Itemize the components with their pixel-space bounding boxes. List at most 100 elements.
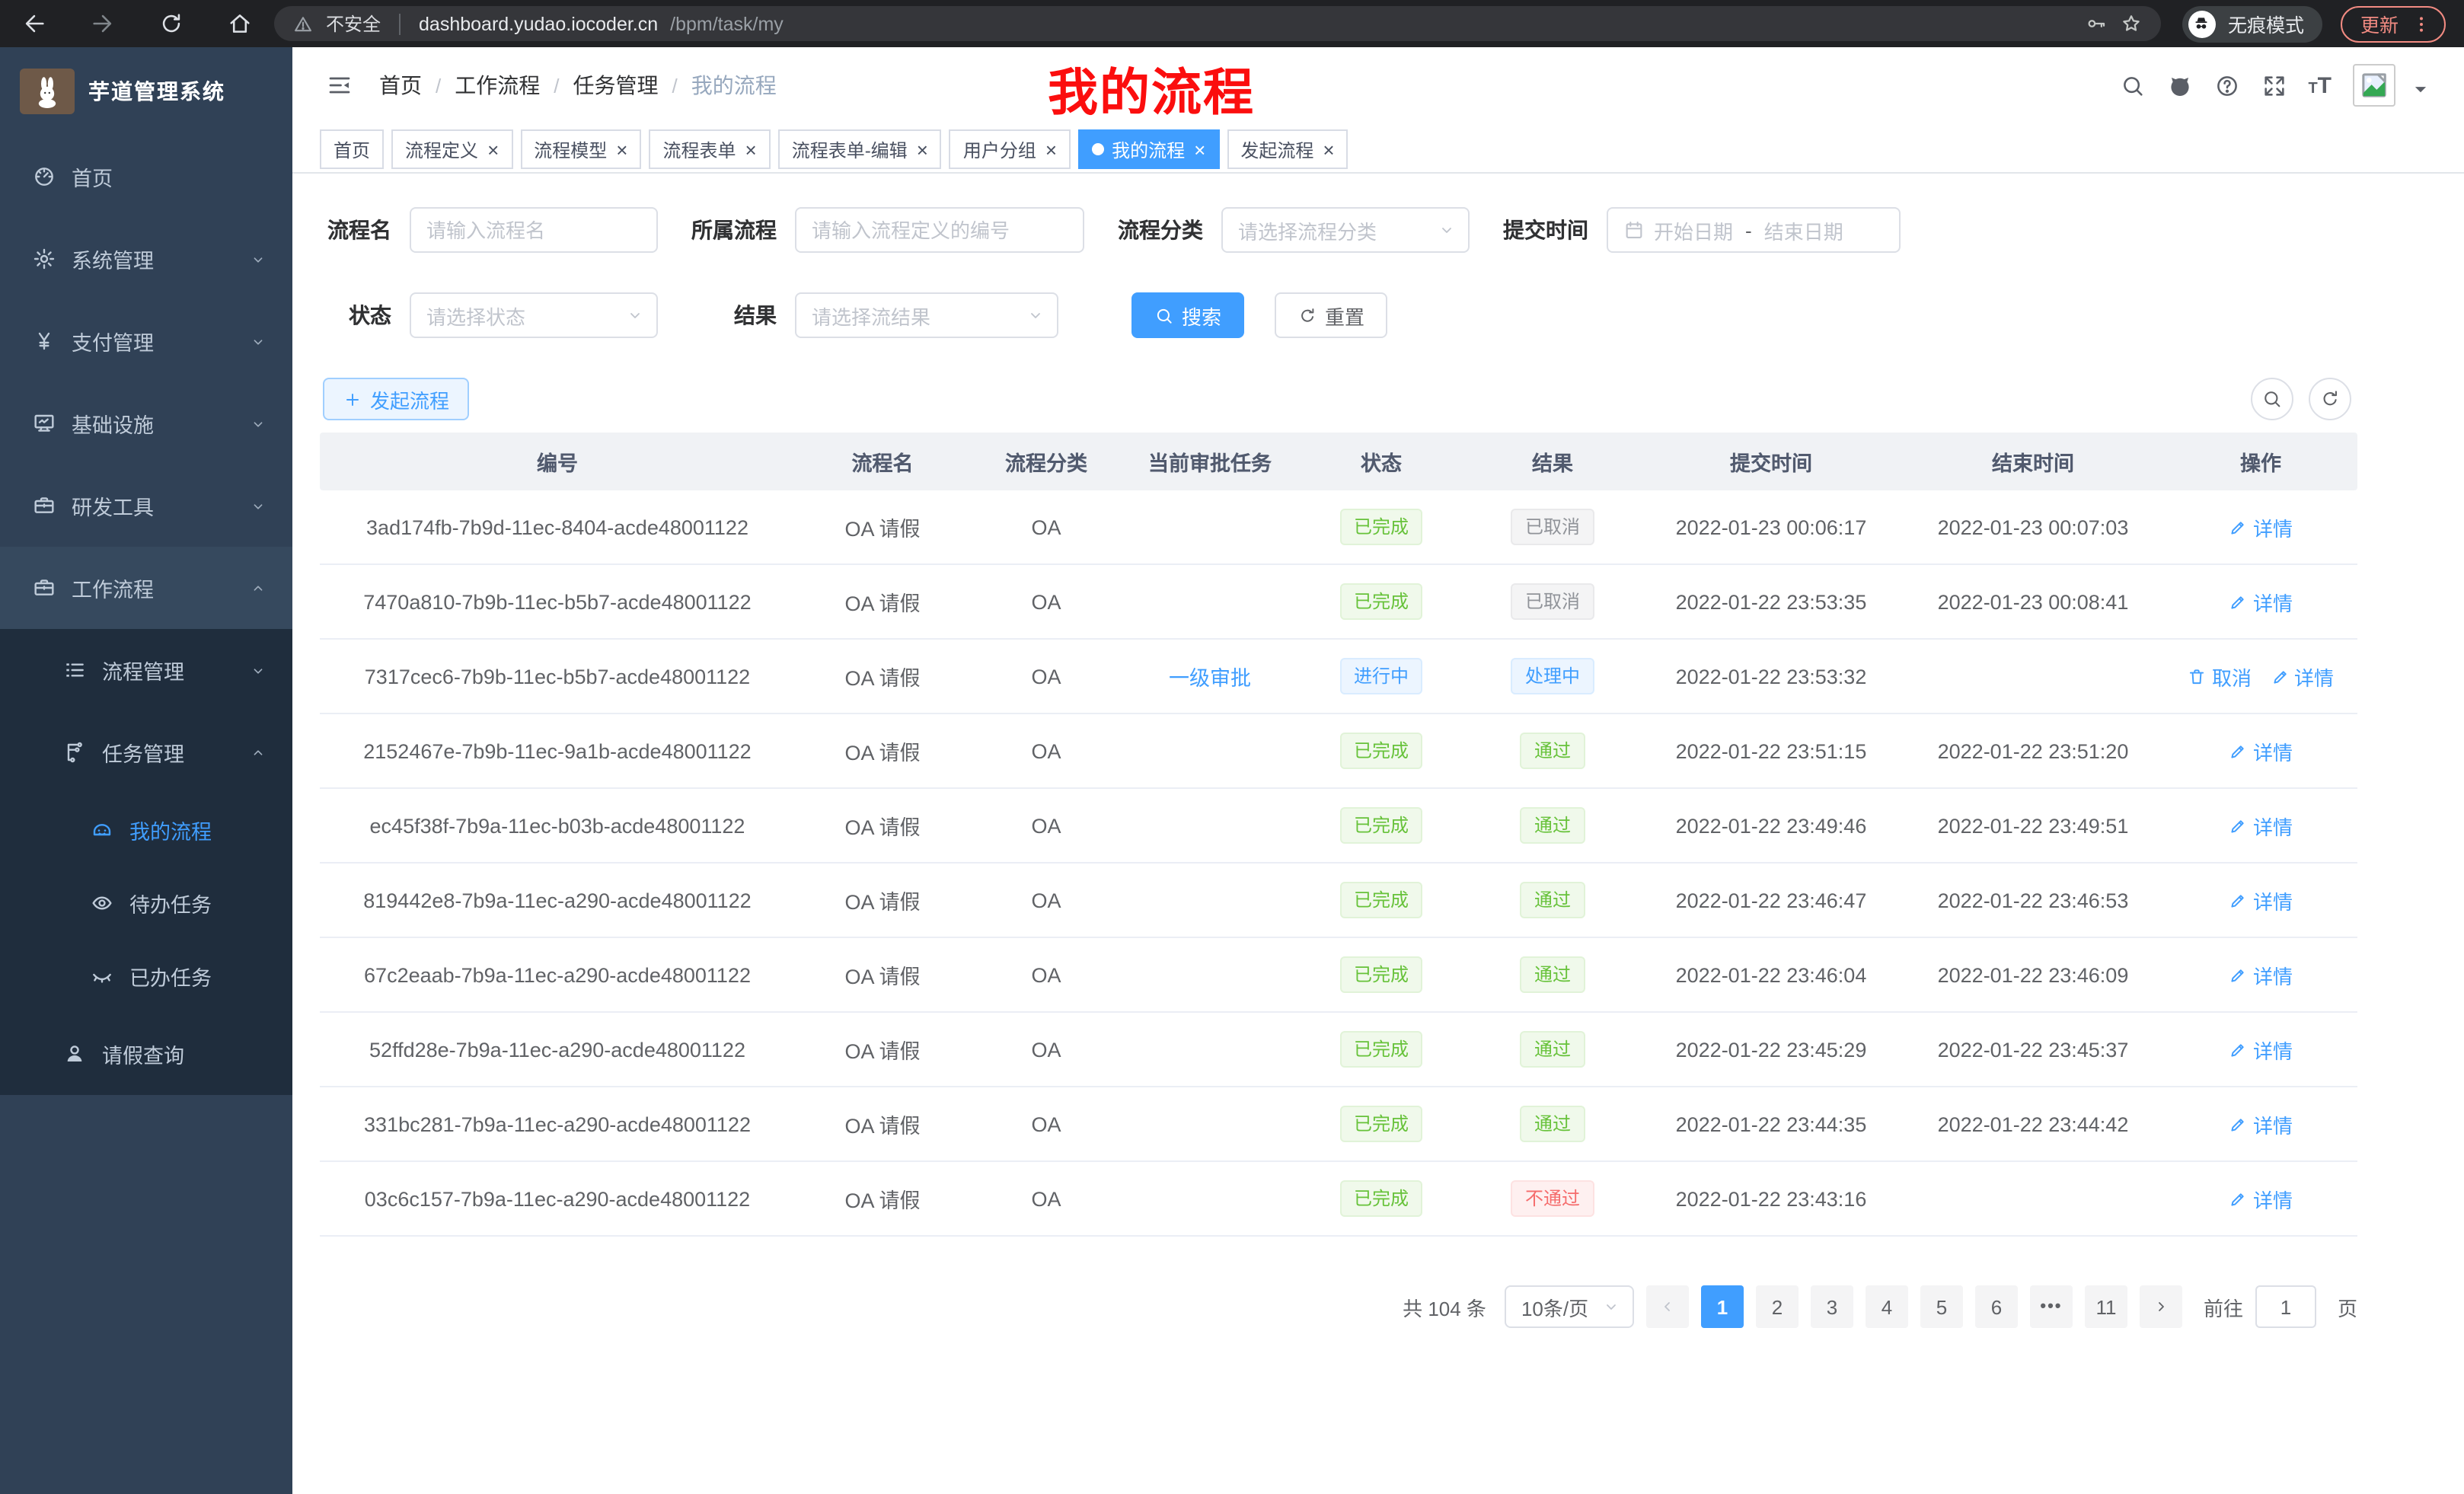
- page-3-button[interactable]: 3: [1811, 1285, 1853, 1328]
- more-pages-button[interactable]: •••: [2030, 1285, 2073, 1328]
- forward-icon[interactable]: [90, 11, 116, 37]
- incognito-icon: [2192, 14, 2212, 34]
- detail-action-link[interactable]: 详情: [2229, 886, 2293, 915]
- detail-action-link[interactable]: 详情: [2229, 587, 2293, 616]
- password-key-icon[interactable]: [2085, 12, 2108, 35]
- font-size-icon[interactable]: TT: [2308, 72, 2332, 98]
- close-icon[interactable]: ×: [745, 139, 757, 159]
- sidebar-item-home[interactable]: 首页: [0, 136, 292, 218]
- sidebar-item-todo-tasks[interactable]: 待办任务: [0, 867, 292, 940]
- detail-action-link[interactable]: 详情: [2229, 811, 2293, 840]
- tab-流程定义[interactable]: 流程定义×: [391, 129, 512, 169]
- sidebar-item-label: 已办任务: [129, 961, 212, 991]
- update-button[interactable]: 更新: [2341, 5, 2446, 42]
- breadcrumb-item-task-mgmt[interactable]: 任务管理: [573, 70, 659, 101]
- browser-menu-icon[interactable]: [2411, 13, 2432, 34]
- address-bar[interactable]: 不安全 dashboard.yudao.iocoder.cn/bpm/task/…: [274, 6, 2161, 41]
- detail-action-link[interactable]: 详情: [2229, 1184, 2293, 1213]
- page-6-button[interactable]: 6: [1975, 1285, 2018, 1328]
- close-icon[interactable]: ×: [1194, 139, 1205, 159]
- close-icon[interactable]: ×: [1323, 139, 1334, 159]
- submit-time-range-picker[interactable]: 开始日期 - 结束日期: [1607, 207, 1901, 253]
- yen-icon: [32, 329, 56, 353]
- tab-label: 流程模型: [534, 136, 607, 162]
- sidebar-item-system[interactable]: 系统管理: [0, 218, 292, 300]
- process-name-input[interactable]: [410, 207, 658, 253]
- sidebar-item-leave-query[interactable]: 请假查询: [0, 1013, 292, 1095]
- page-1-button[interactable]: 1: [1701, 1285, 1744, 1328]
- column-header: 结果: [1465, 446, 1640, 477]
- page-2-button[interactable]: 2: [1756, 1285, 1799, 1328]
- detail-action-link[interactable]: 详情: [2229, 736, 2293, 765]
- page-5-button[interactable]: 5: [1920, 1285, 1963, 1328]
- close-icon[interactable]: ×: [1045, 139, 1057, 159]
- refresh-table-button[interactable]: [2309, 378, 2351, 420]
- prev-page-button[interactable]: [1646, 1285, 1689, 1328]
- next-page-button[interactable]: [2140, 1285, 2182, 1328]
- goto-page-input[interactable]: [2255, 1285, 2316, 1328]
- close-icon[interactable]: ×: [616, 139, 627, 159]
- reset-button[interactable]: 重置: [1275, 292, 1387, 338]
- back-icon[interactable]: [21, 11, 47, 37]
- current-task: 一级审批: [1122, 661, 1297, 691]
- search-icon[interactable]: [2119, 72, 2145, 98]
- tab-我的流程[interactable]: 我的流程×: [1078, 129, 1219, 169]
- sidebar-item-my-process[interactable]: 我的流程: [0, 793, 292, 867]
- end-time: 2022-01-22 23:49:51: [1902, 814, 2164, 837]
- reload-icon[interactable]: [158, 11, 184, 37]
- create-process-button[interactable]: 发起流程: [323, 378, 469, 420]
- logo-image: [20, 69, 75, 114]
- tab-流程表单[interactable]: 流程表单×: [649, 129, 770, 169]
- top-navbar: 首页/ 工作流程/ 任务管理/ 我的流程 TT: [292, 47, 2464, 123]
- detail-action-link[interactable]: 详情: [2270, 662, 2334, 691]
- sidebar-item-process-mgmt[interactable]: 流程管理: [0, 629, 292, 711]
- github-icon[interactable]: [2166, 72, 2192, 98]
- result-select[interactable]: 请选择流结果: [795, 292, 1058, 338]
- home-icon[interactable]: [227, 11, 253, 37]
- sidebar-item-done-tasks[interactable]: 已办任务: [0, 940, 292, 1013]
- detail-action-link[interactable]: 详情: [2229, 1109, 2293, 1138]
- app-logo[interactable]: 芋道管理系统: [0, 47, 292, 136]
- sidebar-item-task-mgmt[interactable]: 任务管理: [0, 711, 292, 793]
- show-search-button[interactable]: [2251, 378, 2293, 420]
- collapse-sidebar-icon[interactable]: [326, 72, 353, 99]
- tab-流程模型[interactable]: 流程模型 ×: [520, 129, 641, 169]
- tab-首页[interactable]: 首页: [320, 129, 384, 169]
- page-size-select[interactable]: 10条/页: [1505, 1285, 1634, 1328]
- breadcrumb-item-workflow[interactable]: 工作流程: [455, 70, 540, 101]
- help-icon[interactable]: [2213, 72, 2239, 98]
- detail-action-link[interactable]: 详情: [2229, 1035, 2293, 1064]
- bookmark-star-icon[interactable]: [2120, 12, 2143, 35]
- fullscreen-icon[interactable]: [2261, 72, 2287, 98]
- table-body: 3ad174fb-7b9d-11ec-8404-acde48001122OA 请…: [320, 490, 2357, 1237]
- avatar[interactable]: [2353, 64, 2395, 107]
- tabs-bar: 首页流程定义×流程模型×流程表单×流程表单-编辑×用户分组×我的流程×发起流程×: [292, 123, 2464, 174]
- page-11-button[interactable]: 11: [2085, 1285, 2127, 1328]
- monitor-icon: [32, 411, 56, 436]
- status-select[interactable]: 请选择状态: [410, 292, 658, 338]
- result-badge: 不通过: [1511, 1180, 1594, 1217]
- pencil-icon: [2229, 965, 2249, 985]
- close-icon[interactable]: ×: [487, 139, 499, 159]
- page-4-button[interactable]: 4: [1866, 1285, 1908, 1328]
- detail-action-link[interactable]: 详情: [2229, 960, 2293, 989]
- tab-用户分组[interactable]: 用户分组×: [950, 129, 1071, 169]
- process-definition-input[interactable]: [795, 207, 1084, 253]
- page-buttons: 123456 ••• 11: [1701, 1285, 2127, 1328]
- category-select[interactable]: 请选择流程分类: [1221, 207, 1470, 253]
- tab-发起流程[interactable]: 发起流程×: [1227, 129, 1348, 169]
- detail-action-link[interactable]: 详情: [2229, 512, 2293, 541]
- process-name: OA 请假: [795, 736, 970, 766]
- sidebar-item-devtools[interactable]: 研发工具: [0, 464, 292, 547]
- cancel-action-link[interactable]: 取消: [2188, 662, 2252, 691]
- sidebar-item-workflow[interactable]: 工作流程: [0, 547, 292, 629]
- security-label[interactable]: 不安全: [326, 11, 381, 37]
- breadcrumb-item-home[interactable]: 首页: [379, 70, 422, 101]
- sidebar-item-infrastructure[interactable]: 基础设施: [0, 382, 292, 464]
- sidebar-item-payment[interactable]: 支付管理: [0, 300, 292, 382]
- current-task-link[interactable]: 一级审批: [1169, 667, 1251, 690]
- search-button[interactable]: 搜索: [1131, 292, 1244, 338]
- avatar-caret-icon[interactable]: [2408, 76, 2434, 102]
- tab-流程表单-编辑[interactable]: 流程表单-编辑×: [778, 129, 942, 169]
- close-icon[interactable]: ×: [917, 139, 928, 159]
